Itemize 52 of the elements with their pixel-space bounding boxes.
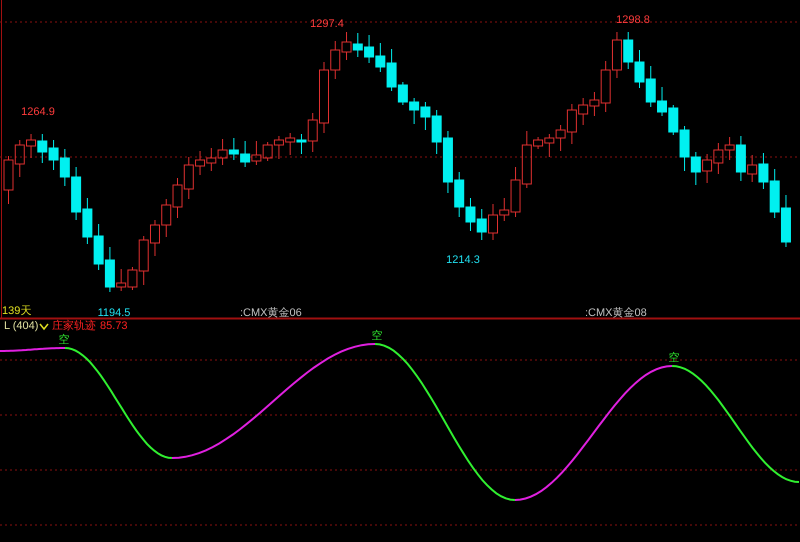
contract-label: :CMX黄金08: [585, 307, 647, 319]
candlestick: [82, 198, 92, 244]
caret-icon[interactable]: [39, 324, 49, 330]
signal-marker: 空: [668, 352, 680, 364]
period-label: 139天: [2, 305, 32, 317]
candlestick: [623, 32, 634, 70]
candlestick: [60, 148, 70, 186]
candlestick: [713, 142, 724, 174]
candlestick: [218, 138, 228, 166]
price-label: 1194.5: [98, 307, 130, 319]
candlestick: [442, 130, 453, 194]
candlestick: [770, 168, 780, 218]
candlestick: [228, 138, 239, 160]
candlestick: [409, 98, 420, 124]
candlestick: [758, 152, 768, 190]
candlestick: [262, 142, 273, 162]
contract-label: :CMX黄金06: [240, 307, 302, 319]
candlestick: [172, 178, 183, 218]
candlestick: [364, 34, 374, 64]
indicator-title: 庄家轨迹: [52, 320, 96, 332]
price-label: 1264.9: [21, 106, 55, 118]
candlestick: [240, 140, 250, 168]
signal-marker: 空: [58, 334, 70, 346]
candlestick: [37, 134, 48, 164]
candlestick: [454, 172, 464, 218]
candlestick: [4, 156, 14, 204]
candlestick: [702, 154, 712, 184]
price-label: 1297.4: [310, 18, 344, 30]
candlestick: [342, 32, 352, 60]
price-label: 1298.8: [616, 14, 650, 26]
candlestick: [94, 224, 104, 270]
candlestick: [161, 198, 172, 238]
candlestick: [274, 136, 284, 160]
signal-marker: 空: [372, 330, 382, 342]
candlestick: [251, 140, 262, 166]
candlestick: [634, 50, 644, 88]
candlestick: [48, 140, 59, 170]
price-label: 1214.3: [446, 254, 480, 266]
candlestick: [465, 198, 476, 232]
candlestick: [657, 86, 668, 116]
candlestick: [646, 66, 656, 108]
candlestick: [352, 32, 363, 58]
candlestick: [476, 208, 487, 240]
candlestick: [285, 132, 296, 156]
candlestick: [206, 148, 216, 172]
indicator-name[interactable]: L (404): [4, 320, 38, 332]
candlestick: [690, 152, 701, 186]
candlestick: [71, 166, 82, 220]
candlestick: [150, 220, 160, 256]
indicator-value: 85.73: [100, 320, 128, 332]
candlestick: [612, 32, 622, 78]
candlestick: [780, 194, 791, 248]
